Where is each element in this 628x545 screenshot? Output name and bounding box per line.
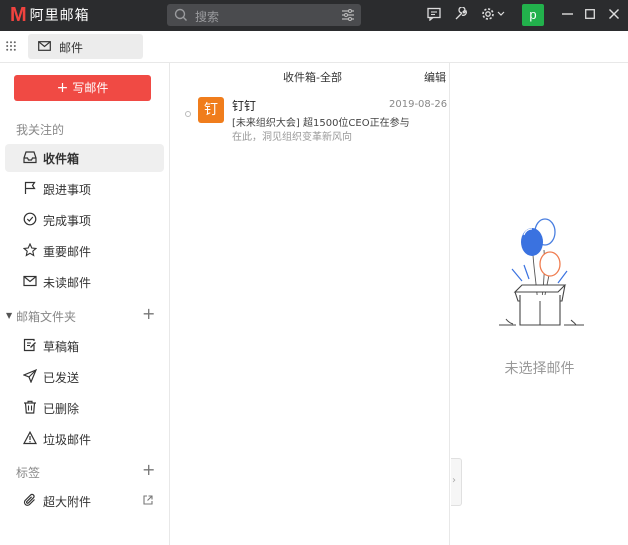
user-avatar[interactable]: p <box>522 4 544 26</box>
paperclip-icon <box>23 493 35 506</box>
tags-section-label: 标签 <box>16 466 41 480</box>
mail-list-item[interactable]: 钉 钉钉 2019-08-26 [未来组织大会] 超1500位CEO正在参与 在… <box>170 91 450 147</box>
gear-icon[interactable] <box>481 7 495 21</box>
sidebar-item-label: 超大附件 <box>43 495 92 509</box>
no-mail-selected-text: 未选择邮件 <box>504 361 575 377</box>
flag-icon <box>24 181 36 194</box>
sidebar-item-follow-up[interactable]: 跟进事项 <box>5 175 164 203</box>
envelope-icon <box>38 41 51 51</box>
chevron-down-icon[interactable] <box>497 11 505 17</box>
send-icon <box>23 369 37 383</box>
sidebar-item-spam[interactable]: 垃圾邮件 <box>5 425 164 453</box>
sidebar-item-label: 已删除 <box>43 402 80 416</box>
sidebar-item-label: 跟进事项 <box>43 183 92 197</box>
sidebar-item-unread[interactable]: 未读邮件 <box>5 268 164 296</box>
chevron-right-icon: › <box>452 475 456 486</box>
search-icon <box>174 8 187 21</box>
sidebar-item-deleted[interactable]: 已删除 <box>5 394 164 422</box>
sidebar: + 写邮件 我关注的 收件箱 跟进事项 完成事项 重要邮件 未读邮件 ▼ 邮箱文件… <box>0 63 170 545</box>
sidebar-item-sent[interactable]: 已发送 <box>5 363 164 391</box>
favorites-section-label: 我关注的 <box>16 123 65 137</box>
compose-button[interactable]: + 写邮件 <box>14 75 151 101</box>
mail-preview: 在此，洞见组织变革新风向 <box>232 132 352 143</box>
caret-down-icon[interactable]: ▼ <box>6 311 12 320</box>
sidebar-item-label: 完成事项 <box>43 214 92 228</box>
filter-icon[interactable] <box>342 9 354 21</box>
mail-sender: 钉钉 <box>232 99 257 113</box>
warning-icon <box>23 431 37 445</box>
envelope-icon <box>23 275 37 287</box>
empty-box-balloons-illustration <box>499 218 584 326</box>
unread-dot-icon[interactable] <box>185 111 191 117</box>
sidebar-item-label: 草稿箱 <box>43 340 80 354</box>
minimize-icon[interactable] <box>562 13 573 15</box>
add-folder-button[interactable]: + <box>142 304 155 323</box>
edit-button[interactable]: 编辑 <box>424 69 446 85</box>
draft-icon <box>23 338 36 352</box>
add-tag-button[interactable]: + <box>142 460 155 479</box>
trash-icon <box>24 400 36 414</box>
inbox-icon <box>23 151 37 164</box>
mail-list-title[interactable]: 收件箱-全部 <box>283 69 342 85</box>
collapse-pane-handle[interactable]: › <box>451 458 462 506</box>
sender-avatar: 钉 <box>198 97 224 123</box>
sidebar-item-label: 未读邮件 <box>43 276 92 290</box>
mail-subject: [未来组织大会] 超1500位CEO正在参与 <box>232 118 410 129</box>
sidebar-item-important[interactable]: 重要邮件 <box>5 237 164 265</box>
sidebar-item-large-attachments[interactable]: 超大附件 <box>5 487 164 515</box>
app-logo: M 阿里邮箱 <box>10 5 90 25</box>
sidebar-item-done[interactable]: 完成事项 <box>5 206 164 234</box>
close-icon[interactable] <box>609 9 619 19</box>
logo-mark: M <box>10 4 27 26</box>
check-circle-icon <box>23 212 37 226</box>
sidebar-item-label: 垃圾邮件 <box>43 433 92 447</box>
reading-pane: 未选择邮件 <box>451 63 628 545</box>
message-icon[interactable] <box>427 7 441 21</box>
tab-bar: 邮件 <box>0 31 628 63</box>
logo-text: 阿里邮箱 <box>29 8 90 24</box>
app-grid-icon[interactable] <box>6 41 16 51</box>
wrench-icon[interactable] <box>454 7 468 21</box>
search-input[interactable]: 搜索 <box>167 4 361 26</box>
compose-label: 写邮件 <box>72 81 109 95</box>
search-placeholder: 搜索 <box>195 10 220 24</box>
sidebar-item-drafts[interactable]: 草稿箱 <box>5 332 164 360</box>
sidebar-item-inbox[interactable]: 收件箱 <box>5 144 164 172</box>
tab-mail[interactable]: 邮件 <box>28 34 143 59</box>
sidebar-item-label: 已发送 <box>43 371 80 385</box>
mail-date: 2019-08-26 <box>389 99 448 110</box>
folders-section-label[interactable]: 邮箱文件夹 <box>16 308 76 325</box>
tab-label: 邮件 <box>59 41 84 55</box>
external-link-icon[interactable] <box>143 495 153 505</box>
title-bar: M 阿里邮箱 搜索 p <box>0 0 628 31</box>
maximize-icon[interactable] <box>585 9 595 19</box>
plus-icon: + <box>56 80 69 96</box>
sidebar-item-label: 重要邮件 <box>43 245 92 259</box>
mail-list: 收件箱-全部 编辑 钉 钉钉 2019-08-26 [未来组织大会] 超1500… <box>170 63 450 545</box>
star-icon <box>23 243 37 257</box>
sidebar-item-label: 收件箱 <box>43 152 80 166</box>
